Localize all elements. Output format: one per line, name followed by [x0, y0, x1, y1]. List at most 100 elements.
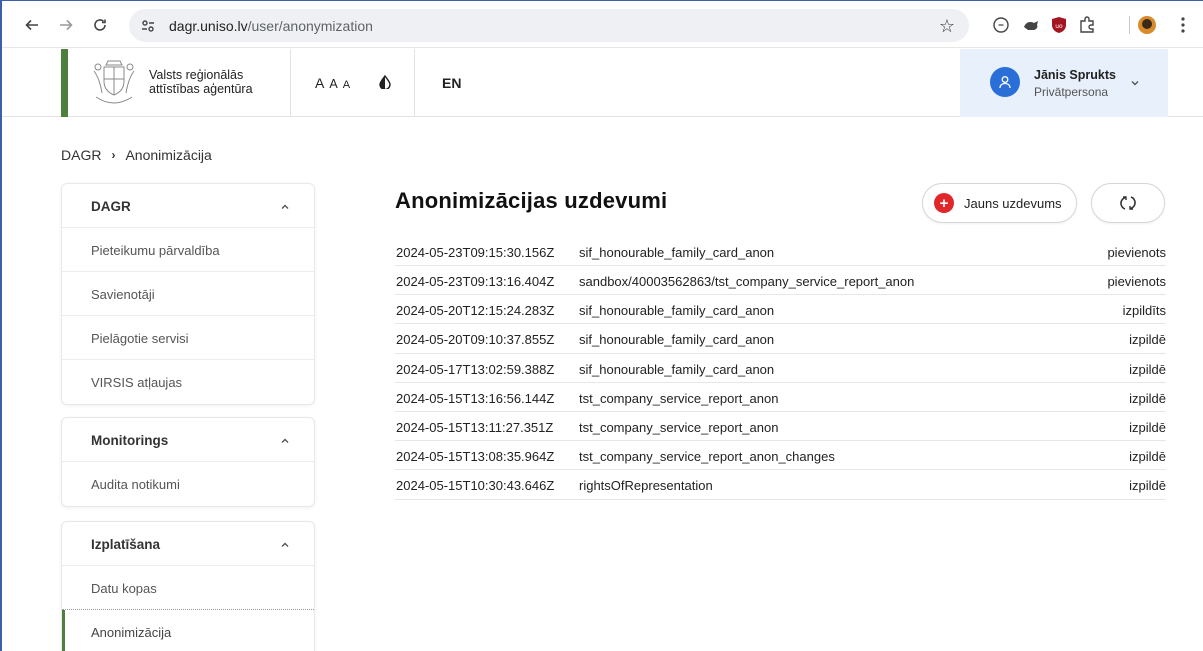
sidebar-item-pieteikumu-parvaldiba[interactable]: Pieteikumu pārvaldība [62, 228, 314, 272]
task-timestamp: 2024-05-15T13:16:56.144Z [396, 390, 555, 406]
user-name: Jānis Sprukts [1034, 68, 1116, 82]
new-task-label: Jauns uzdevums [964, 195, 1062, 211]
task-name: tst_company_service_report_anon [579, 419, 779, 435]
contrast-drop-icon[interactable] [378, 75, 392, 89]
task-name: sif_honourable_family_card_anon [579, 303, 775, 319]
task-name: sif_honourable_family_card_anon [579, 361, 775, 377]
sidebar-item-audita-notikumi[interactable]: Audita notikumi [62, 462, 314, 506]
task-name: sif_honourable_family_card_anon [579, 332, 775, 348]
back-arrow-icon[interactable] [20, 13, 44, 37]
task-status: izpildīts [1122, 303, 1166, 319]
task-status: pievienots [1107, 245, 1166, 260]
user-menu[interactable]: Jānis Sprukts Privātpersona [960, 49, 1168, 117]
language-switch[interactable]: EN [442, 75, 461, 91]
sidebar-item-datu-kopas[interactable]: Datu kopas [62, 566, 314, 610]
extension-circle-icon[interactable] [990, 14, 1012, 36]
table-row[interactable]: 2024-05-15T13:11:27.351Z tst_company_serv… [395, 412, 1166, 442]
task-timestamp: 2024-05-20T09:10:37.855Z [396, 332, 555, 348]
profile-avatar-icon[interactable] [1136, 14, 1158, 36]
reload-icon[interactable] [88, 13, 112, 37]
refresh-button[interactable] [1091, 183, 1165, 223]
task-status: izpildē [1129, 449, 1166, 465]
task-timestamp: 2024-05-23T09:15:30.156Z [396, 245, 555, 260]
task-timestamp: 2024-05-15T13:08:35.964Z [396, 449, 555, 465]
task-name: sandbox/40003562863/tst_company_service_… [579, 274, 915, 289]
header-divider [414, 49, 415, 117]
task-name: tst_company_service_report_anon [579, 390, 779, 406]
sidebar-group-title: Izplatīšana [91, 537, 161, 552]
bookmark-star-icon[interactable]: ☆ [939, 16, 955, 37]
app-header: Valsts reģionālās attīstības aģentūra AA… [2, 49, 1203, 117]
browser-menu-icon[interactable] [1172, 14, 1194, 36]
task-status: izpildē [1129, 390, 1166, 406]
breadcrumb: DAGR › Anonimizācija [61, 147, 212, 163]
task-status: izpildē [1129, 332, 1166, 348]
task-timestamp: 2024-05-17T13:02:59.388Z [396, 361, 555, 377]
task-name: tst_company_service_report_anon_changes [579, 449, 835, 465]
breadcrumb-chevron-icon: › [111, 148, 116, 162]
table-row[interactable]: 2024-05-23T09:13:16.404Z sandbox/40003562… [395, 266, 1166, 296]
user-role: Privātpersona [1034, 85, 1109, 99]
chevron-up-icon [281, 438, 289, 443]
sidebar-item-savienotaji[interactable]: Savienotāji [62, 272, 314, 316]
plus-icon: + [934, 193, 954, 213]
org-name-line1: Valsts reģionālās [149, 68, 244, 82]
task-timestamp: 2024-05-23T09:13:16.404Z [396, 274, 555, 289]
table-row[interactable]: 2024-05-15T10:30:43.646Z rightsOfRepresen… [395, 470, 1166, 500]
header-divider [290, 49, 291, 117]
table-row[interactable]: 2024-05-20T12:15:24.283Z sif_honourable_f… [395, 295, 1166, 325]
task-status: izpildē [1129, 419, 1166, 435]
sidebar-group-dagr: DAGR Pieteikumu pārvaldība Savienotāji P… [61, 183, 315, 405]
browser-toolbar: dagr.uniso.lv/user/anonymization ☆ uo [2, 1, 1203, 48]
sidebar-item-label: Savienotāji [91, 287, 155, 302]
sidebar-group-header[interactable]: Izplatīšana [62, 522, 314, 566]
breadcrumb-root[interactable]: DAGR [61, 147, 101, 163]
breadcrumb-current: Anonimizācija [125, 147, 212, 163]
ublock-shield-icon[interactable]: uo [1048, 14, 1070, 36]
font-size-large[interactable]: A [315, 75, 325, 91]
address-bar[interactable]: dagr.uniso.lv/user/anonymization ☆ [129, 9, 969, 42]
tasks-table: 2024-05-23T09:15:30.156Z sif_honourable_f… [395, 237, 1166, 500]
sidebar-item-label: Pielāgotie servisi [91, 331, 189, 346]
font-size-small[interactable]: A [343, 79, 351, 91]
table-row[interactable]: 2024-05-20T09:10:37.855Z sif_honourable_f… [395, 324, 1166, 354]
chevron-up-icon [281, 542, 289, 547]
sidebar-item-label: Audita notikumi [91, 477, 180, 492]
sidebar-item-pielagotie-servisi[interactable]: Pielāgotie servisi [62, 316, 314, 360]
organization-name: Valsts reģionālās attīstības aģentūra [149, 68, 279, 96]
table-row[interactable]: 2024-05-15T13:16:56.144Z tst_company_serv… [395, 383, 1166, 412]
task-name: sif_honourable_family_card_anon [579, 245, 775, 260]
task-status: pievienots [1107, 274, 1166, 289]
sidebar-item-label: VIRSIS atļaujas [91, 375, 183, 390]
font-size-medium[interactable]: A [329, 77, 338, 91]
coat-of-arms-icon[interactable] [88, 57, 140, 107]
sidebar-group-header[interactable]: DAGR [62, 184, 314, 228]
new-task-button[interactable]: + Jauns uzdevums [922, 183, 1077, 223]
sidebar-group-title: Monitorings [91, 433, 169, 448]
refresh-icon [1120, 196, 1136, 210]
sidebar-group-monitorings: Monitorings Audita notikumi [61, 417, 315, 507]
user-avatar-icon [990, 67, 1020, 97]
extension-animal-icon[interactable] [1020, 14, 1042, 36]
task-status: izpildē [1129, 478, 1166, 494]
sidebar-item-anonimizacija[interactable]: Anonimizācija [62, 610, 314, 651]
url-path: /user/anonymization [247, 18, 373, 34]
task-timestamp: 2024-05-15T13:11:27.351Z [396, 419, 554, 435]
chevron-up-icon [281, 204, 289, 209]
extensions-puzzle-icon[interactable] [1076, 14, 1098, 36]
table-row[interactable]: 2024-05-15T13:08:35.964Z tst_company_serv… [395, 441, 1166, 471]
sidebar-item-virsis-atlaujas[interactable]: VIRSIS atļaujas [62, 360, 314, 404]
sidebar-group-izplatisana: Izplatīšana Datu kopas Anonimizācija [61, 521, 315, 651]
task-timestamp: 2024-05-15T10:30:43.646Z [396, 478, 555, 494]
table-row[interactable]: 2024-05-23T09:15:30.156Z sif_honourable_f… [395, 237, 1166, 266]
page-title: Anonimizācijas uzdevumi [395, 188, 668, 213]
table-row[interactable]: 2024-05-17T13:02:59.388Z sif_honourable_f… [395, 354, 1166, 383]
task-timestamp: 2024-05-20T12:15:24.283Z [396, 303, 555, 319]
url-host: dagr.uniso.lv [169, 18, 248, 34]
forward-arrow-icon[interactable] [54, 13, 78, 37]
url-text[interactable]: dagr.uniso.lv/user/anonymization [169, 18, 373, 34]
sidebar-group-header[interactable]: Monitorings [62, 418, 314, 462]
site-info-icon[interactable] [139, 17, 157, 35]
task-status: izpildē [1129, 361, 1166, 377]
sidebar-group-title: DAGR [91, 199, 131, 214]
